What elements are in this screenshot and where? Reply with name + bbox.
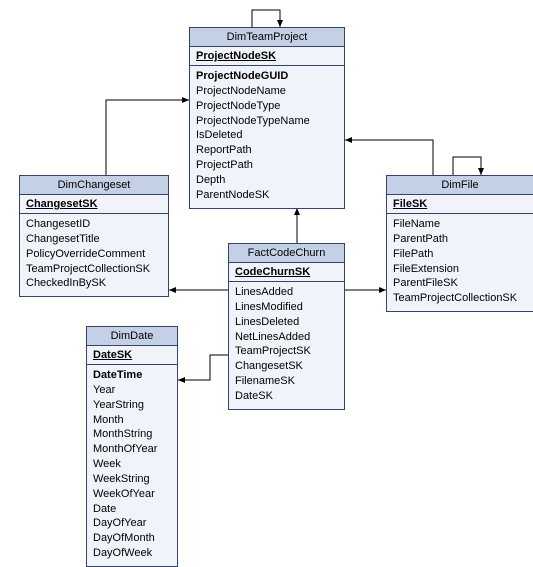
entity-field: ProjectPath — [196, 158, 338, 173]
entity-primary-key: FileSK — [387, 195, 533, 214]
entity-dim-changeset: DimChangeset ChangesetSK ChangesetIDChan… — [19, 175, 169, 297]
entity-fields: ProjectNodeGUIDProjectNodeNameProjectNod… — [190, 66, 344, 208]
entity-field: TeamProjectCollectionSK — [26, 262, 162, 277]
entity-field: LinesModified — [235, 300, 338, 315]
entity-field: Week — [93, 457, 171, 472]
entity-field: LinesAdded — [235, 285, 338, 300]
entity-title: DimChangeset — [20, 176, 168, 195]
entity-field: FilenameSK — [235, 374, 338, 389]
entity-field: ProjectNodeType — [196, 99, 338, 114]
entity-field: DayOfWeek — [93, 546, 171, 561]
entity-field: CheckedInBySK — [26, 276, 162, 291]
entity-field: YearString — [93, 398, 171, 413]
entity-field: ProjectNodeGUID — [196, 69, 338, 84]
entity-field: PolicyOverrideComment — [26, 247, 162, 262]
entity-field: FileExtension — [393, 262, 527, 277]
entity-dim-date: DimDate DateSK DateTimeYearYearStringMon… — [86, 326, 178, 567]
entity-primary-key: ProjectNodeSK — [190, 47, 344, 66]
entity-field: Depth — [196, 173, 338, 188]
entity-field: DayOfYear — [93, 516, 171, 531]
entity-field: ChangesetSK — [235, 359, 338, 374]
entity-title: FactCodeChurn — [229, 244, 344, 263]
entity-field: ParentFileSK — [393, 276, 527, 291]
entity-field: Year — [93, 383, 171, 398]
entity-dim-team-project: DimTeamProject ProjectNodeSK ProjectNode… — [189, 27, 345, 209]
entity-field: WeekString — [93, 472, 171, 487]
entity-fact-code-churn: FactCodeChurn CodeChurnSK LinesAddedLine… — [228, 243, 345, 410]
entity-field: WeekOfYear — [93, 487, 171, 502]
entity-field: ProjectNodeName — [196, 84, 338, 99]
entity-fields: DateTimeYearYearStringMonthMonthStringMo… — [87, 365, 177, 566]
entity-field: DateTime — [93, 368, 171, 383]
entity-dim-file: DimFile FileSK FileNameParentPathFilePat… — [386, 175, 533, 312]
entity-title: DimDate — [87, 327, 177, 346]
entity-fields: LinesAddedLinesModifiedLinesDeletedNetLi… — [229, 282, 344, 409]
entity-field: Month — [93, 413, 171, 428]
entity-field: MonthString — [93, 427, 171, 442]
entity-field: DateSK — [235, 389, 338, 404]
entity-field: LinesDeleted — [235, 315, 338, 330]
entity-field: ProjectNodeTypeName — [196, 114, 338, 129]
entity-field: IsDeleted — [196, 128, 338, 143]
entity-field: Date — [93, 502, 171, 517]
entity-primary-key: DateSK — [87, 346, 177, 365]
entity-field: ParentPath — [393, 232, 527, 247]
entity-field: ChangesetTitle — [26, 232, 162, 247]
entity-field: FilePath — [393, 247, 527, 262]
entity-field: TeamProjectCollectionSK — [393, 291, 527, 306]
entity-field: ParentNodeSK — [196, 188, 338, 203]
entity-title: DimTeamProject — [190, 28, 344, 47]
entity-field: ReportPath — [196, 143, 338, 158]
entity-title: DimFile — [387, 176, 533, 195]
entity-fields: FileNameParentPathFilePathFileExtensionP… — [387, 214, 533, 311]
entity-primary-key: ChangesetSK — [20, 195, 168, 214]
entity-field: TeamProjectSK — [235, 344, 338, 359]
entity-fields: ChangesetIDChangesetTitlePolicyOverrideC… — [20, 214, 168, 296]
entity-field: NetLinesAdded — [235, 330, 338, 345]
entity-field: ChangesetID — [26, 217, 162, 232]
entity-field: DayOfMonth — [93, 531, 171, 546]
entity-primary-key: CodeChurnSK — [229, 263, 344, 282]
entity-field: MonthOfYear — [93, 442, 171, 457]
entity-field: FileName — [393, 217, 527, 232]
